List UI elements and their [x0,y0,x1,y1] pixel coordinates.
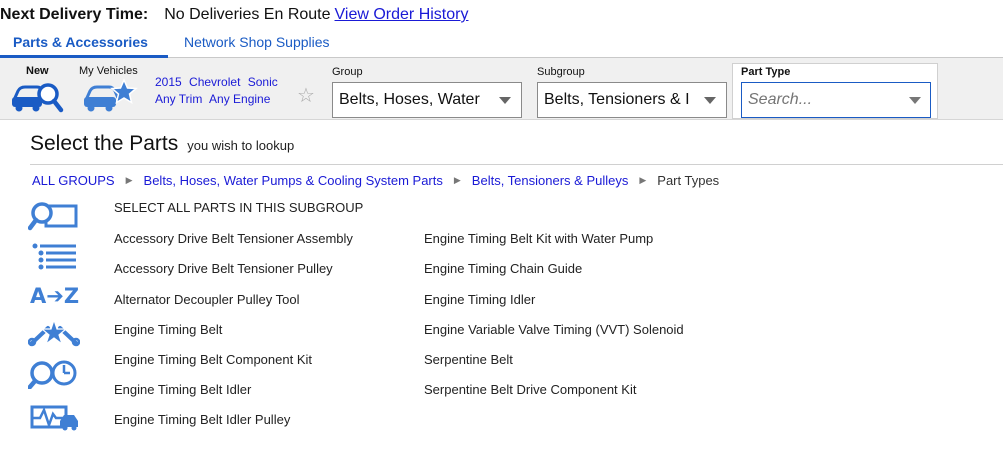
subgroup-field: Subgroup Belts, Tensioners & I [529,64,734,118]
part-type-field: Part Type [732,63,938,119]
sort-az-icon[interactable]: A➔Z [30,282,82,312]
part-search-icon[interactable] [28,201,80,231]
part-type-item[interactable]: Accessory Drive Belt Tensioner Assembly [114,231,353,246]
diagnostic-car-icon[interactable] [28,401,80,431]
breadcrumb-separator-icon: ▶ [639,175,647,185]
part-type-item[interactable]: Engine Timing Belt Idler [114,382,251,397]
my-vehicles-star-icon[interactable] [82,78,138,114]
vehicle-trim[interactable]: Any Trim [155,92,202,106]
subgroup-select[interactable]: Belts, Tensioners & I [537,82,727,118]
subgroup-label: Subgroup [537,66,585,78]
part-type-item[interactable]: Serpentine Belt [424,352,513,367]
part-type-item[interactable]: Engine Variable Valve Timing (VVT) Solen… [424,322,684,337]
select-all-parts-link[interactable]: SELECT ALL PARTS IN THIS SUBGROUP [114,200,363,215]
group-field: Group Belts, Hoses, Water [324,64,529,118]
vehicle-engine[interactable]: Any Engine [209,92,270,106]
breadcrumb-group[interactable]: Belts, Hoses, Water Pumps & Cooling Syst… [144,173,443,188]
new-vehicle-label: New [26,65,49,77]
group-label: Group [332,66,363,78]
vehicle-make[interactable]: Chevrolet [189,75,240,89]
part-type-item[interactable]: Alternator Decoupler Pulley Tool [114,292,299,307]
new-vehicle-search-icon[interactable] [10,78,64,114]
list-view-icon[interactable] [28,241,80,271]
part-type-item[interactable]: Engine Timing Idler [424,292,535,307]
group-selected-value: Belts, Hoses, Water [339,91,480,108]
breadcrumb-current: Part Types [657,173,720,188]
vehicle-model[interactable]: Sonic [248,75,278,89]
breadcrumb-subgroup[interactable]: Belts, Tensioners & Pulleys [472,173,629,188]
part-type-item[interactable]: Accessory Drive Belt Tensioner Pulley [114,261,333,276]
tab-network-shop-supplies[interactable]: Network Shop Supplies [184,34,330,50]
part-type-item[interactable]: Engine Timing Belt [114,322,222,337]
divider [30,164,1003,165]
page-title-main: Select the Parts [30,132,179,155]
part-type-item[interactable]: Serpentine Belt Drive Component Kit [424,382,636,397]
breadcrumb-all-groups[interactable]: ALL GROUPS [32,173,115,188]
main-tabs: Parts & Accessories Network Shop Supplie… [0,30,1003,58]
part-type-item[interactable]: Engine Timing Belt Kit with Water Pump [424,231,653,246]
breadcrumb-separator-icon: ▶ [125,175,133,185]
tab-parts-accessories[interactable]: Parts & Accessories [13,34,148,50]
favorite-star-icon[interactable]: ☆ [297,86,315,106]
delivery-status: Next Delivery Time: No Deliveries En Rou… [0,6,468,26]
subgroup-selected-value: Belts, Tensioners & I [544,91,690,108]
page-title-sub: you wish to lookup [187,138,295,153]
part-type-item[interactable]: Engine Timing Belt Component Kit [114,352,312,367]
part-type-label: Part Type [741,66,791,78]
vehicle-year[interactable]: 2015 [155,75,182,89]
group-select[interactable]: Belts, Hoses, Water [332,82,522,118]
chevron-down-icon [499,97,511,104]
part-type-item[interactable]: Engine Timing Chain Guide [424,261,582,276]
breadcrumb-separator-icon: ▶ [453,175,461,185]
search-timing-icon[interactable] [28,359,80,389]
delivery-value: No Deliveries En Route [164,6,331,23]
view-order-history-link[interactable]: View Order History [335,6,469,24]
page-title: Select the Parts you wish to lookup [30,132,294,156]
tools-star-icon[interactable] [28,318,80,348]
delivery-label: Next Delivery Time: [0,6,149,23]
part-type-item[interactable]: Engine Timing Belt Idler Pulley [114,412,290,427]
vehicle-selector[interactable]: 2015 Chevrolet Sonic Any Trim Any Engine [155,74,282,108]
my-vehicles-label: My Vehicles [79,65,138,77]
breadcrumb: ALL GROUPS ▶ Belts, Hoses, Water Pumps &… [32,173,719,188]
chevron-down-icon [704,97,716,104]
part-type-search-input[interactable] [741,82,931,118]
